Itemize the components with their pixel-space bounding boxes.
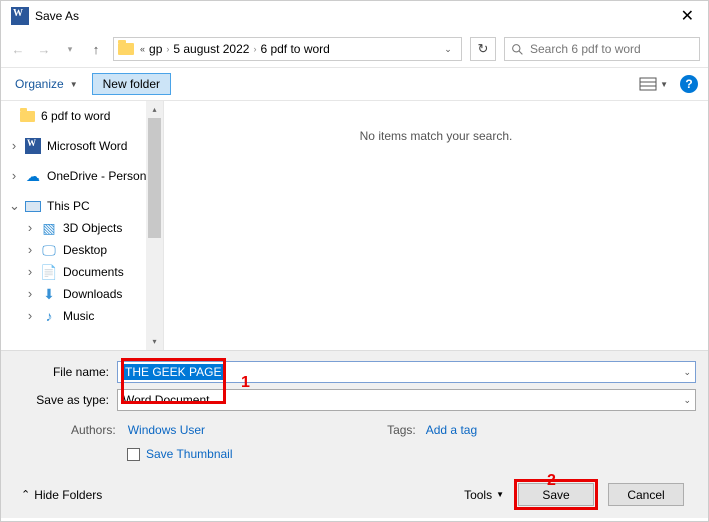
address-dropdown[interactable]: ⌄ xyxy=(439,44,457,55)
main-area: 6 pdf to word › Microsoft Word › ☁ OneDr… xyxy=(1,101,708,350)
save-options-panel: File name: THE GEEK PAGE ⌄ Save as type:… xyxy=(1,350,708,518)
filename-input[interactable]: THE GEEK PAGE ⌄ xyxy=(117,361,696,383)
tree-item-downloads[interactable]: › ⬇ Downloads xyxy=(9,283,163,305)
cloud-icon: ☁ xyxy=(25,168,41,184)
scroll-up-icon[interactable]: ▴ xyxy=(146,101,163,118)
authors-label: Authors: xyxy=(71,423,116,437)
filename-value: THE GEEK PAGE xyxy=(123,364,223,380)
tree-item-3dobjects[interactable]: › ▧ 3D Objects xyxy=(9,217,163,239)
tree-item-word[interactable]: › Microsoft Word xyxy=(9,135,163,157)
empty-message: No items match your search. xyxy=(360,129,513,143)
tree-item-6pdf[interactable]: 6 pdf to word xyxy=(9,105,163,127)
music-icon: ♪ xyxy=(41,308,57,324)
expand-icon[interactable]: › xyxy=(9,141,19,151)
expand-icon[interactable]: › xyxy=(25,311,35,321)
annotation-box-2: Save xyxy=(514,479,598,510)
save-thumbnail-label[interactable]: Save Thumbnail xyxy=(146,447,233,461)
recent-dropdown[interactable]: ▾ xyxy=(61,40,79,58)
annotation-number-2: 2 xyxy=(547,472,556,490)
pc-icon xyxy=(25,201,41,212)
refresh-button[interactable]: ↻ xyxy=(470,37,496,61)
organize-button[interactable]: Organize▼ xyxy=(11,73,82,95)
annotation-number-1: 1 xyxy=(241,374,250,392)
close-button[interactable]: ✕ xyxy=(671,2,704,30)
tree-scrollbar[interactable]: ▴ ▾ xyxy=(146,101,163,350)
chevron-right-icon: › xyxy=(166,44,169,54)
downloads-icon: ⬇ xyxy=(41,286,57,302)
type-value: Word Document xyxy=(118,393,214,407)
search-icon xyxy=(511,43,524,56)
folder-icon xyxy=(118,43,134,55)
word-app-icon xyxy=(11,7,29,25)
word-icon xyxy=(25,138,41,154)
documents-icon: 📄 xyxy=(41,264,57,280)
search-input[interactable]: Search 6 pdf to word xyxy=(504,37,700,61)
tree-item-documents[interactable]: › 📄 Documents xyxy=(9,261,163,283)
type-label: Save as type: xyxy=(13,393,117,407)
dialog-footer: ⌃ Hide Folders Tools ▼ Save Cancel xyxy=(13,465,696,510)
chevron-right-icon: › xyxy=(253,44,256,54)
chevron-down-icon[interactable]: ⌄ xyxy=(683,367,691,378)
address-bar[interactable]: « gp › 5 august 2022 › 6 pdf to word ⌄ xyxy=(113,37,462,61)
help-button[interactable]: ? xyxy=(680,75,698,93)
collapse-icon[interactable]: ⌄ xyxy=(9,201,19,211)
authors-value[interactable]: Windows User xyxy=(128,423,205,437)
folder-icon xyxy=(20,111,35,122)
history-chevron-icon[interactable]: « xyxy=(140,44,145,54)
new-folder-button[interactable]: New folder xyxy=(92,73,171,95)
tree-item-onedrive[interactable]: › ☁ OneDrive - Personal xyxy=(9,165,163,187)
save-type-select[interactable]: Word Document ⌄ xyxy=(117,389,696,411)
chevron-down-icon: ▼ xyxy=(496,490,504,499)
toolbar: Organize▼ New folder ▼ ? xyxy=(1,67,708,101)
view-options-button[interactable]: ▼ xyxy=(637,75,670,93)
tree-item-music[interactable]: › ♪ Music xyxy=(9,305,163,327)
scroll-down-icon[interactable]: ▾ xyxy=(146,333,163,350)
breadcrumb-date[interactable]: 5 august 2022 xyxy=(173,42,249,56)
expand-icon[interactable]: › xyxy=(25,223,35,233)
filename-label: File name: xyxy=(13,365,117,379)
file-list-pane: No items match your search. xyxy=(163,101,708,350)
title-bar: Save As ✕ xyxy=(1,1,708,31)
desktop-icon: 🖵 xyxy=(41,242,57,258)
search-placeholder: Search 6 pdf to word xyxy=(530,42,641,56)
add-tag-link[interactable]: Add a tag xyxy=(426,423,477,437)
chevron-up-icon: ⌃ xyxy=(21,488,30,501)
breadcrumb-gp[interactable]: gp xyxy=(149,42,162,56)
window-title: Save As xyxy=(35,9,79,23)
expand-icon[interactable]: › xyxy=(9,171,19,181)
cancel-button[interactable]: Cancel xyxy=(608,483,684,506)
breadcrumb-folder[interactable]: 6 pdf to word xyxy=(260,42,329,56)
expand-icon[interactable]: › xyxy=(25,245,35,255)
save-button[interactable]: Save xyxy=(518,483,594,506)
tools-dropdown[interactable]: Tools ▼ xyxy=(464,488,504,502)
scroll-thumb[interactable] xyxy=(148,118,161,238)
navigation-row: ← → ▾ ↑ « gp › 5 august 2022 › 6 pdf to … xyxy=(1,31,708,67)
hide-folders-button[interactable]: ⌃ Hide Folders xyxy=(21,488,102,502)
tree-item-thispc[interactable]: ⌄ This PC xyxy=(9,195,163,217)
tree-item-desktop[interactable]: › 🖵 Desktop xyxy=(9,239,163,261)
expand-icon[interactable]: › xyxy=(25,289,35,299)
back-button[interactable]: ← xyxy=(9,40,27,58)
chevron-down-icon[interactable]: ⌄ xyxy=(683,395,691,406)
navigation-tree: 6 pdf to word › Microsoft Word › ☁ OneDr… xyxy=(1,101,163,350)
chevron-down-icon: ▼ xyxy=(660,80,668,89)
up-button[interactable]: ↑ xyxy=(87,40,105,58)
forward-button[interactable]: → xyxy=(35,40,53,58)
expand-icon[interactable]: › xyxy=(25,267,35,277)
chevron-down-icon: ▼ xyxy=(70,80,78,89)
tags-label: Tags: xyxy=(387,423,416,437)
save-thumbnail-checkbox[interactable] xyxy=(127,448,140,461)
view-icon xyxy=(639,77,657,91)
3d-icon: ▧ xyxy=(41,220,57,236)
